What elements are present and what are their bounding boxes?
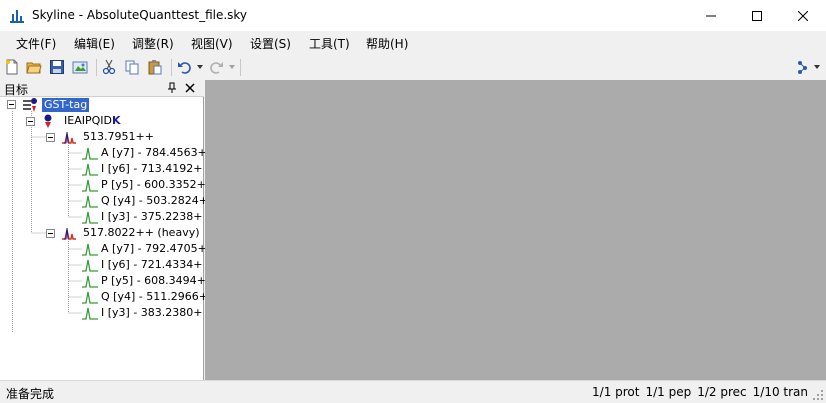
status-counts: 1/1 prot 1/1 pep 1/2 prec 1/10 tran	[592, 385, 808, 399]
targets-panel: 目标 GST-tag IEAIPQIDK 513.7951++ A [y7] -…	[0, 80, 208, 380]
peptide-settings-icon[interactable]	[796, 59, 812, 75]
collapse-toggle-icon[interactable]	[46, 133, 56, 143]
maximize-button[interactable]	[734, 0, 780, 31]
skyline-app-icon	[10, 10, 24, 23]
toolbar-separator	[96, 59, 97, 76]
tree-transition-label[interactable]: A [y7] - 792.4705+	[101, 242, 207, 256]
maximize-icon	[752, 10, 762, 21]
status-text: 准备完成	[6, 387, 55, 401]
peptide-icon	[44, 114, 52, 128]
tree-transition-label[interactable]: P [y5] - 600.3352+	[101, 178, 206, 192]
transition-icon	[82, 195, 98, 208]
tree-transition-label[interactable]: I [y6] - 721.4334+	[101, 258, 203, 272]
collapse-toggle-icon[interactable]	[26, 117, 36, 127]
close-button[interactable]	[780, 0, 826, 31]
panel-title: 目标	[4, 83, 29, 97]
minimize-icon	[706, 15, 716, 16]
new-file-icon[interactable]	[4, 59, 20, 75]
panel-close-icon[interactable]	[184, 82, 196, 94]
menu-help[interactable]: 帮助(H)	[366, 35, 408, 52]
peptide-settings-dropdown-icon[interactable]	[814, 64, 820, 70]
collapse-toggle-icon[interactable]	[46, 229, 56, 239]
close-icon	[798, 10, 808, 21]
transition-icon	[82, 291, 98, 304]
precursor-icon	[62, 131, 76, 144]
redo-icon[interactable]	[208, 59, 224, 75]
tree-transition-label[interactable]: I [y3] - 375.2238+	[101, 210, 203, 224]
status-bar: 准备完成 1/1 prot 1/1 pep 1/2 prec 1/10 tran	[0, 380, 826, 403]
tree-transition-label[interactable]: I [y3] - 383.2380+	[101, 306, 203, 320]
pin-icon[interactable]	[166, 82, 178, 94]
transition-icon	[82, 259, 98, 272]
protein-icon	[23, 98, 37, 112]
transition-icon	[82, 243, 98, 256]
menu-settings[interactable]: 设置(S)	[250, 35, 291, 52]
tree-transition-label[interactable]: Q [y4] - 511.2966+	[101, 290, 208, 304]
tree-precursor-label[interactable]: 517.8022++ (heavy)	[83, 226, 200, 240]
precursor-icon	[62, 227, 76, 240]
status-protein-count: 1/1 prot	[592, 385, 640, 399]
menu-bar: 文件(F) 编辑(E) 调整(R) 视图(V) 设置(S) 工具(T) 帮助(H…	[0, 31, 826, 55]
panel-header: 目标	[0, 80, 204, 97]
status-transition-count: 1/10 tran	[752, 385, 808, 399]
tree-peptide-label[interactable]: IEAIPQIDK	[64, 114, 121, 128]
transition-icon	[82, 163, 98, 176]
collapse-toggle-icon[interactable]	[7, 100, 17, 110]
menu-view[interactable]: 视图(V)	[191, 35, 233, 52]
transition-icon	[82, 307, 98, 320]
toolbar	[0, 55, 826, 79]
status-precursor-count: 1/2 prec	[697, 385, 747, 399]
transition-icon	[82, 211, 98, 224]
tree-transition-label[interactable]: Q [y4] - 503.2824+	[101, 194, 208, 208]
menu-refine[interactable]: 调整(R)	[132, 35, 174, 52]
peptide-sequence: IEAIPQID	[64, 114, 112, 127]
window-title: Skyline - AbsoluteQuanttest_file.sky	[32, 8, 248, 22]
tree-precursor-label[interactable]: 513.7951++	[83, 130, 154, 144]
transition-icon	[82, 147, 98, 160]
undo-icon[interactable]	[177, 59, 193, 75]
menu-edit[interactable]: 编辑(E)	[74, 35, 115, 52]
tree-transition-label[interactable]: P [y5] - 608.3494+	[101, 274, 206, 288]
tree-protein-label[interactable]: GST-tag	[42, 98, 90, 112]
cut-icon[interactable]	[101, 59, 117, 75]
targets-tree: GST-tag IEAIPQIDK 513.7951++ A [y7] - 78…	[0, 97, 208, 380]
redo-dropdown-icon[interactable]	[229, 64, 235, 70]
minimize-button[interactable]	[688, 0, 734, 31]
transition-icon	[82, 275, 98, 288]
save-icon[interactable]	[49, 59, 65, 75]
title-bar: Skyline - AbsoluteQuanttest_file.sky	[0, 0, 826, 31]
paste-icon[interactable]	[147, 59, 163, 75]
document-workspace	[205, 80, 826, 380]
undo-dropdown-icon[interactable]	[197, 64, 203, 70]
menu-tools[interactable]: 工具(T)	[309, 35, 350, 52]
resize-grip-icon[interactable]	[812, 389, 824, 401]
copy-icon[interactable]	[124, 59, 140, 75]
peptide-heavy-residue: K	[111, 114, 121, 127]
tree-transition-label[interactable]: A [y7] - 784.4563+	[101, 146, 207, 160]
toolbar-separator	[171, 59, 172, 76]
toolbar-separator	[240, 59, 241, 76]
open-folder-icon[interactable]	[26, 59, 42, 75]
import-icon[interactable]	[72, 59, 88, 75]
transition-icon	[82, 179, 98, 192]
tree-transition-label[interactable]: I [y6] - 713.4192+	[101, 162, 203, 176]
menu-file[interactable]: 文件(F)	[16, 35, 56, 52]
status-peptide-count: 1/1 pep	[645, 385, 692, 399]
